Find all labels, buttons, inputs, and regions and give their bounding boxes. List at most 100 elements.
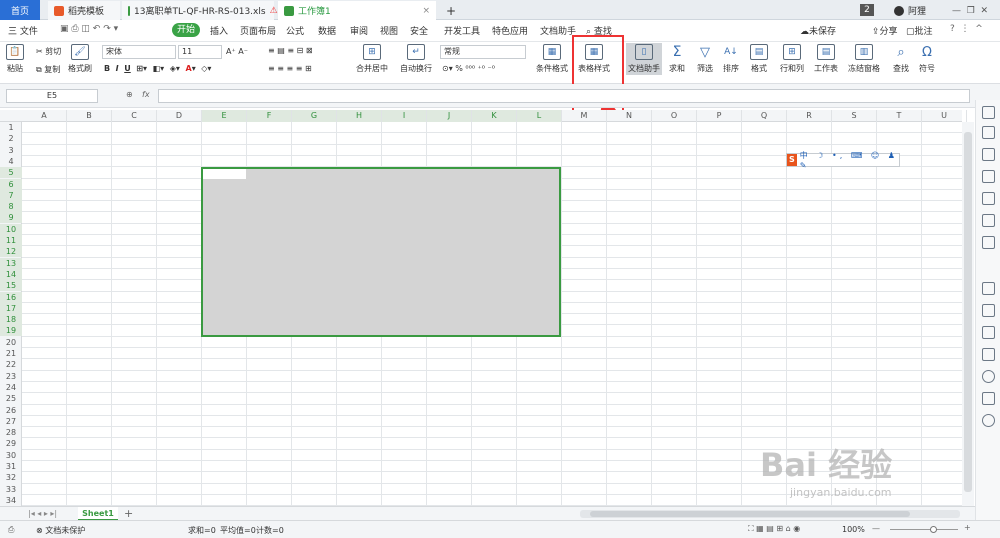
shape-icon[interactable] — [982, 126, 995, 139]
column-header-m[interactable]: M — [562, 110, 607, 122]
sheet-nav-buttons[interactable]: |◂ ◂ ▸ ▸| — [28, 509, 57, 518]
row-header-13[interactable]: 13 — [0, 257, 22, 269]
column-header-b[interactable]: B — [67, 110, 112, 122]
freeze-panes-button[interactable]: ▥ 冻结窗格 — [848, 44, 880, 74]
protect-status[interactable]: ⊗ 文档未保护 — [36, 525, 85, 536]
column-header-i[interactable]: I — [382, 110, 427, 122]
zoom-level[interactable]: 100% — [842, 525, 865, 534]
row-header-8[interactable]: 8 — [0, 201, 22, 213]
column-header-d[interactable]: D — [157, 110, 202, 122]
row-header-31[interactable]: 31 — [0, 461, 22, 472]
column-header-s[interactable]: S — [832, 110, 877, 122]
row-header-17[interactable]: 17 — [0, 302, 22, 314]
column-header-j[interactable]: J — [427, 110, 472, 122]
view-mode-icons[interactable]: ⛶ ▦ ▤ ⊞ ⌂ ◉ — [748, 524, 800, 534]
column-header-t[interactable]: T — [877, 110, 922, 122]
menu-data[interactable]: 数据 — [318, 24, 336, 37]
row-header-32[interactable]: 32 — [0, 472, 22, 483]
symbol-button[interactable]: Ω 符号 — [918, 44, 936, 74]
format-button[interactable]: ▤ 格式 — [750, 44, 768, 74]
scroll-thumb[interactable] — [964, 132, 972, 492]
box-icon[interactable] — [982, 326, 995, 339]
menu-formula[interactable]: 公式 — [286, 24, 304, 37]
row-header-2[interactable]: 2 — [0, 133, 22, 144]
column-header-l[interactable]: L — [517, 110, 562, 122]
align-top-buttons[interactable]: ≡ ▤ ≡ ⊟ ⊠ — [268, 46, 313, 55]
find-button[interactable]: ⌕ 查找 — [892, 44, 910, 74]
row-header-29[interactable]: 29 — [0, 438, 22, 449]
row-header-34[interactable]: 34 — [0, 495, 22, 506]
row-header-7[interactable]: 7 — [0, 189, 22, 201]
conditional-format-button[interactable]: ▦ 条件格式 — [536, 44, 568, 74]
zoom-search-icon[interactable]: ⊕ — [126, 90, 133, 99]
row-header-20[interactable]: 20 — [0, 337, 22, 348]
vertical-scrollbar[interactable] — [962, 122, 974, 506]
new-tab-button[interactable]: + — [440, 1, 462, 20]
cut-button[interactable]: ✂ 剪切 — [36, 46, 61, 57]
help-icon[interactable]: ? ⋮ ^ — [950, 24, 983, 34]
table-icon[interactable] — [982, 214, 995, 227]
row-header-5[interactable]: 5 — [0, 167, 22, 179]
tab-home[interactable]: 首页 — [0, 0, 40, 20]
column-header-f[interactable]: F — [247, 110, 292, 122]
menu-page-layout[interactable]: 页面布局 — [240, 24, 276, 37]
menu-review[interactable]: 审阅 — [350, 24, 368, 37]
row-col-button[interactable]: ⊞ 行和列 — [780, 44, 804, 74]
row-header-11[interactable]: 11 — [0, 235, 22, 246]
number-format-select[interactable]: 常规 — [440, 45, 526, 59]
font-name-select[interactable]: 宋体 — [102, 45, 176, 59]
tab-workbook[interactable]: 工作簿1 × — [278, 1, 436, 20]
row-header-24[interactable]: 24 — [0, 382, 22, 393]
row-header-33[interactable]: 33 — [0, 484, 22, 495]
paste-button[interactable]: 📋 粘贴 — [6, 44, 24, 74]
paint-icon[interactable] — [982, 148, 995, 161]
row-header-10[interactable]: 10 — [0, 223, 22, 235]
horizontal-scrollbar[interactable] — [580, 510, 960, 518]
doc-helper-button[interactable]: ▯ 文档助手 — [626, 43, 662, 75]
row-header-25[interactable]: 25 — [0, 393, 22, 404]
row-header-23[interactable]: 23 — [0, 371, 22, 382]
column-header-c[interactable]: C — [112, 110, 157, 122]
sort-button[interactable]: A↓ 排序 — [722, 44, 740, 74]
column-header-a[interactable]: A — [22, 110, 67, 122]
menu-start[interactable]: 开始 — [172, 23, 200, 37]
column-header-q[interactable]: Q — [742, 110, 787, 122]
row-header-28[interactable]: 28 — [0, 427, 22, 438]
picture-icon[interactable] — [982, 348, 995, 361]
row-header-16[interactable]: 16 — [0, 291, 22, 303]
row-header-6[interactable]: 6 — [0, 178, 22, 190]
row-header-26[interactable]: 26 — [0, 405, 22, 416]
unsaved-button[interactable]: ☁未保存 — [800, 24, 836, 37]
font-style-buttons[interactable]: B I U ⊞▾ ◧▾ ◈▾ A▾ ◇▾ — [104, 64, 211, 73]
menu-view[interactable]: 视图 — [380, 24, 398, 37]
compass-icon[interactable] — [982, 370, 995, 383]
tab-xls-file[interactable]: 13离职单TL-QF-HR-RS-013.xls ⚠ × — [122, 1, 285, 20]
column-header-k[interactable]: K — [472, 110, 517, 122]
auto-wrap-button[interactable]: ↵ 自动换行 — [400, 44, 432, 74]
quick-access-icons[interactable]: ▣ ⎙ ◫ ↶ ↷ ▾ — [60, 24, 118, 34]
selected-range[interactable] — [201, 167, 561, 337]
sheet-tab-sheet1[interactable]: Sheet1 — [78, 507, 118, 521]
number-format-buttons[interactable]: ⊙▾ % ⁰⁰⁰ ⁺⁰ ⁻⁰ — [442, 64, 495, 73]
filter-button[interactable]: ▽ 筛选 — [696, 44, 714, 74]
comment-button[interactable]: ▢批注 — [906, 24, 933, 37]
fx-icon[interactable]: fx — [142, 90, 150, 99]
menu-insert[interactable]: 插入 — [210, 24, 228, 37]
column-header-r[interactable]: R — [787, 110, 832, 122]
row-header-9[interactable]: 9 — [0, 212, 22, 224]
align-bottom-buttons[interactable]: ≡ ≡ ≡ ≡ ⊞ — [268, 64, 312, 73]
row-header-22[interactable]: 22 — [0, 359, 22, 370]
transform-icon[interactable] — [982, 170, 995, 183]
row-header-1[interactable]: 1 — [0, 122, 22, 133]
document-icon[interactable] — [982, 282, 995, 295]
help-circle-icon[interactable] — [982, 414, 995, 427]
active-cell[interactable] — [203, 169, 246, 179]
row-header-30[interactable]: 30 — [0, 450, 22, 461]
macro-icon[interactable]: ⎙ — [8, 525, 14, 535]
font-size-select[interactable]: 11 — [178, 45, 222, 59]
formula-input[interactable] — [158, 89, 970, 103]
hscroll-thumb[interactable] — [590, 511, 910, 517]
zoom-slider-knob[interactable] — [930, 526, 937, 533]
user-account[interactable]: 阿狸 — [888, 1, 932, 20]
format-painter-button[interactable]: 🖌 格式刷 — [68, 44, 92, 74]
